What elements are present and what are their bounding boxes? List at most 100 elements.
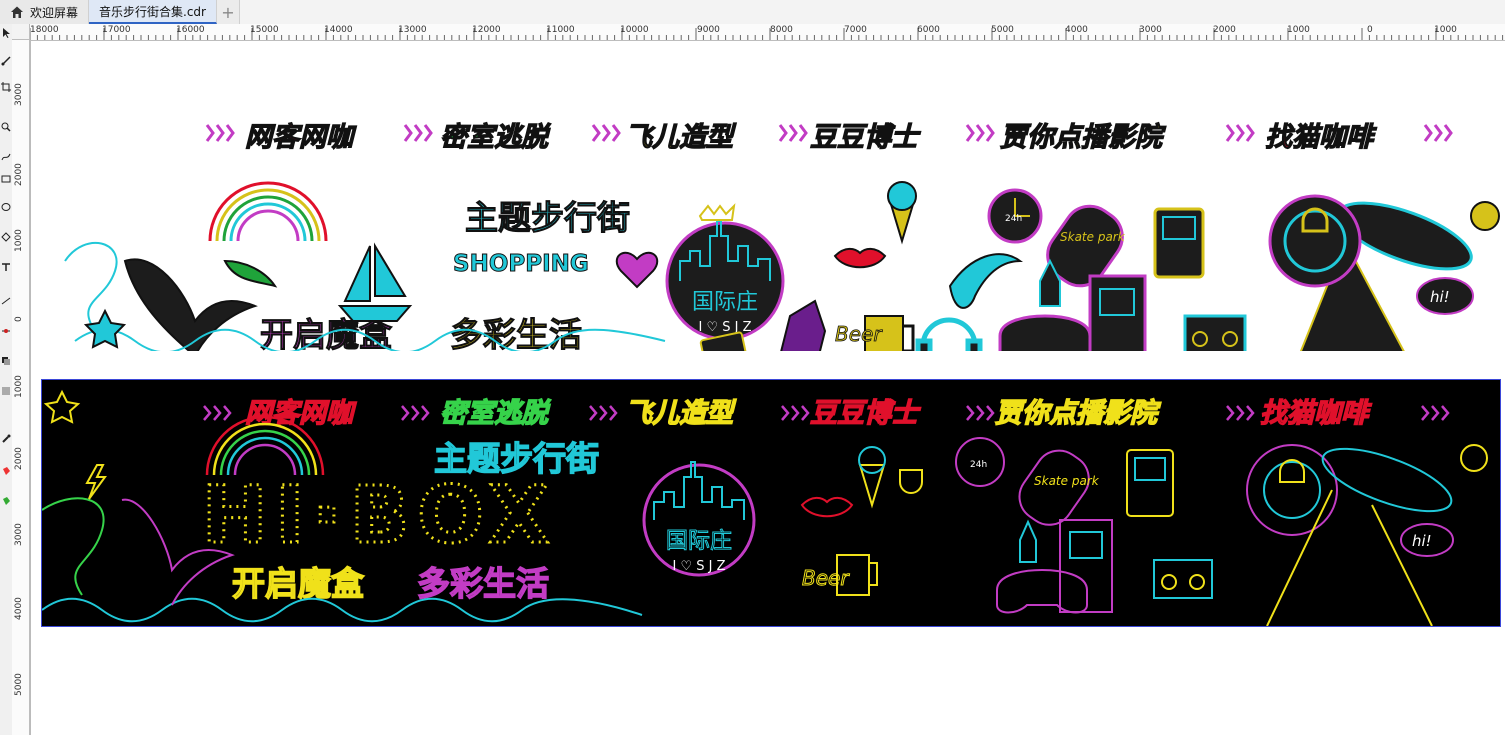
category-title: 豆豆博士 [810, 122, 921, 153]
ice-cream-icon [887, 181, 917, 245]
ruler-label: 0 [1367, 25, 1373, 35]
category-title: 密室逃脱 [440, 122, 551, 153]
ruler-label: 14000 [324, 25, 353, 35]
ruler-label: 5000 [14, 673, 24, 696]
rectangle-tool-icon[interactable] [0, 172, 12, 186]
connector-tool-icon[interactable] [0, 324, 12, 338]
dolphin-icon [948, 253, 1024, 309]
pick-tool-icon[interactable] [0, 26, 12, 40]
ruler-label: 7000 [844, 25, 867, 35]
tab-label: 欢迎屏幕 [30, 5, 79, 20]
gameboy-icon [1153, 207, 1205, 279]
ruler-label: 1000 [14, 229, 24, 252]
smart-fill-tool-icon[interactable] [0, 494, 12, 508]
street-title: 主题步行街 [465, 198, 630, 237]
parallel-dimension-tool-icon[interactable] [0, 294, 12, 308]
category-title: 飞儿造型 [625, 398, 737, 429]
document-tab-bar: 欢迎屏幕 音乐步行街合集.cdr + [0, 0, 1505, 25]
ruler-label: 17000 [102, 25, 131, 35]
banner-dark-artwork[interactable]: 网客网咖 密室逃脱 飞儿造型 豆豆博士 贾你点播影院 找猫咖啡 主题步行街 HI… [41, 379, 1501, 627]
ruler-label: 18000 [30, 25, 59, 35]
ruler-label: 1000 [1434, 25, 1457, 35]
horizontal-ruler[interactable]: 18000 17000 16000 15000 14000 13000 1200… [30, 24, 1505, 41]
tab-document[interactable]: 音乐步行街合集.cdr [89, 0, 217, 24]
squid-icon [778, 299, 827, 383]
category-title: 贾你点播影院 [1000, 122, 1167, 153]
ruler-label: 3000 [1139, 25, 1162, 35]
shopping-text: SHOPPING [453, 251, 589, 277]
ruler-label: 16000 [176, 25, 205, 35]
new-tab-button[interactable]: + [216, 0, 240, 24]
category-title: 飞儿造型 [625, 122, 737, 153]
ruler-label: 15000 [250, 25, 279, 35]
ruler-label: 11000 [546, 25, 575, 35]
lips-icon [833, 247, 887, 269]
beer-text: Beer [835, 322, 883, 346]
clock-text: 24h [1005, 214, 1022, 224]
crop-tool-icon[interactable] [0, 80, 12, 94]
transparency-tool-icon[interactable] [0, 384, 12, 398]
slogan-right: 多彩生活 [450, 315, 582, 351]
bird-icon [223, 259, 278, 288]
ruler-origin[interactable] [12, 24, 30, 40]
planet-icon [1470, 201, 1500, 231]
badge-title: 国际庄 [692, 290, 758, 315]
arcade-machine-icon [1088, 274, 1147, 370]
ufo-beam-icon [1268, 194, 1473, 392]
banner-light-artwork[interactable]: 网客网咖 密室逃脱 飞儿造型 豆豆博士 贾你点播影院 找猫咖啡 主题步行街 SH… [45, 101, 1500, 395]
clock-icon: 24h [955, 437, 1005, 487]
city-badge: 国际庄 I ♡ S J Z [642, 461, 756, 577]
ruler-label: 0 [14, 316, 24, 322]
clock-text: 24h [970, 460, 987, 470]
planet-icon [1460, 444, 1488, 472]
ruler-label: 3000 [14, 523, 24, 546]
gameboy-icon [1126, 449, 1174, 517]
category-title: 贾你点播影院 [995, 398, 1162, 429]
speech-bubble-icon: hi! [1400, 523, 1454, 557]
hi-text: hi! [1430, 288, 1450, 306]
beer-mug-icon: Beer [835, 315, 915, 362]
badge-subtitle: I ♡ S J Z [698, 320, 751, 335]
skate-text: Skate park [1060, 230, 1126, 244]
heart-icon [615, 251, 659, 289]
category-title: 密室逃脱 [440, 398, 551, 429]
speech-bubble-icon: hi! [1416, 277, 1474, 315]
badge-title: 国际庄 [666, 529, 732, 554]
drawing-canvas[interactable]: 网客网咖 密室逃脱 飞儿造型 豆豆博士 贾你点播影院 找猫咖啡 主题步行街 SH… [30, 41, 1505, 735]
home-icon [10, 5, 24, 19]
lightning-icon [85, 464, 107, 500]
lips-icon [800, 496, 854, 518]
city-badge: 国际庄 I ♡ S J Z [665, 203, 785, 341]
coffee-cup-icon [899, 469, 923, 494]
beer-text: Beer [802, 566, 850, 590]
text-tool-icon[interactable] [0, 260, 12, 274]
shape-tool-icon[interactable] [0, 54, 12, 68]
star-icon [43, 389, 81, 424]
skate-text: Skate park [1034, 474, 1100, 488]
zoom-tool-icon[interactable] [0, 120, 12, 134]
ruler-label: 4000 [1065, 25, 1088, 35]
boombox-icon [1183, 314, 1247, 358]
drop-shadow-tool-icon[interactable] [0, 354, 12, 368]
ruler-label: 6000 [917, 25, 940, 35]
gamepad-rocket-icon [996, 519, 1088, 614]
star-icon [83, 308, 127, 349]
slogan-left: 开启魔盒 [232, 564, 365, 603]
interactive-fill-tool-icon[interactable] [0, 464, 12, 478]
ellipse-tool-icon[interactable] [0, 200, 12, 214]
ruler-label: 9000 [697, 25, 720, 35]
ruler-label: 1000 [14, 375, 24, 398]
freehand-tool-icon[interactable] [0, 150, 12, 164]
tab-welcome-screen[interactable]: 欢迎屏幕 [0, 0, 90, 24]
polygon-tool-icon[interactable] [0, 230, 12, 244]
banner-dark-svg: 网客网咖 密室逃脱 飞儿造型 豆豆博士 贾你点播影院 找猫咖啡 主题步行街 HI… [41, 389, 1488, 627]
rainbow-icon [208, 181, 328, 242]
banner-light-svg: 网客网咖 密室逃脱 飞儿造型 豆豆博士 贾你点播影院 找猫咖啡 主题步行街 SH… [64, 121, 1500, 395]
slogan-right: 多彩生活 [417, 564, 549, 603]
ruler-label: 2000 [14, 447, 24, 470]
vertical-ruler[interactable]: 3000 2000 1000 0 1000 2000 3000 4000 500… [12, 40, 30, 735]
category-title: 豆豆博士 [810, 398, 921, 429]
category-title: 网客网咖 [245, 122, 357, 153]
ruler-label: 3000 [14, 83, 24, 106]
eyedropper-tool-icon[interactable] [0, 432, 12, 446]
